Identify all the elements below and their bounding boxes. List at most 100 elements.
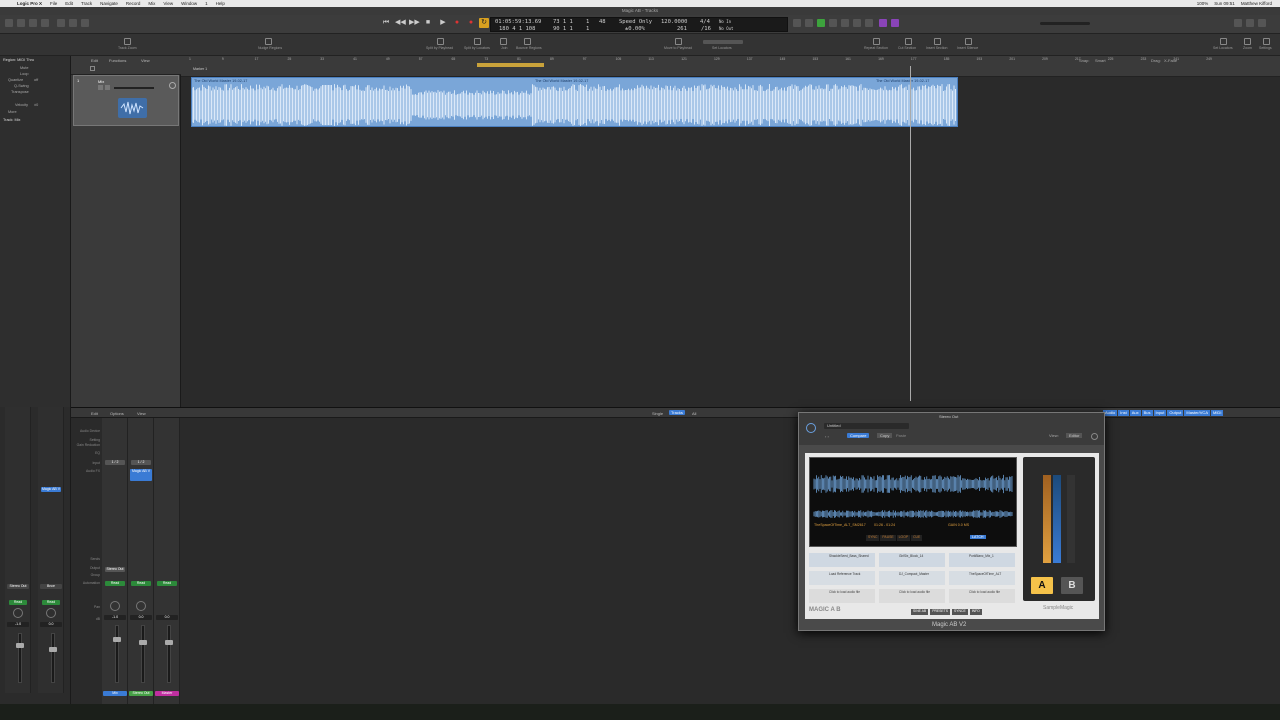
strip-stereo-out-read[interactable]: Read bbox=[131, 581, 151, 586]
replace-button[interactable] bbox=[793, 19, 801, 27]
compare-button[interactable]: Compare bbox=[847, 433, 870, 438]
move-to-playhead-icon[interactable] bbox=[675, 38, 682, 45]
smart-controls-button[interactable] bbox=[41, 19, 49, 27]
join-icon[interactable] bbox=[500, 38, 507, 45]
info-button[interactable]: INFO bbox=[969, 609, 982, 615]
strip-master-fader-knob[interactable] bbox=[165, 640, 173, 645]
inspector-strip-right-name[interactable]: Bnce bbox=[40, 584, 62, 589]
strip-mix-fader[interactable] bbox=[115, 625, 119, 683]
a-button[interactable]: A bbox=[1031, 577, 1053, 594]
menu-help[interactable]: Help bbox=[216, 1, 225, 6]
note-pad-right-button[interactable] bbox=[1246, 19, 1254, 27]
solo-button[interactable] bbox=[829, 19, 837, 27]
b-button[interactable]: B bbox=[1061, 577, 1083, 594]
lcd-signature[interactable]: 4/4 bbox=[700, 19, 710, 25]
power-icon[interactable] bbox=[806, 423, 816, 433]
set-locators-right-icon[interactable] bbox=[1220, 38, 1227, 45]
strip-master-name[interactable]: Master bbox=[155, 691, 179, 696]
inspector-strip-left-fader[interactable] bbox=[18, 633, 22, 683]
capture-record-button[interactable]: ● bbox=[466, 18, 476, 28]
track-volume-slider[interactable] bbox=[114, 87, 154, 89]
filter-audio[interactable]: Audio bbox=[1103, 410, 1118, 416]
filter-inst[interactable]: Inst bbox=[1118, 410, 1129, 416]
menu-edit[interactable]: Edit bbox=[65, 1, 73, 6]
note-pad-button[interactable] bbox=[865, 19, 873, 27]
nudge-regions-icon[interactable] bbox=[265, 38, 272, 45]
track-name[interactable]: Mix bbox=[98, 79, 104, 84]
pan-knob[interactable] bbox=[169, 82, 176, 89]
filter-input[interactable]: Input bbox=[1153, 410, 1167, 416]
link-icon[interactable] bbox=[1091, 433, 1098, 440]
master-volume-slider[interactable] bbox=[1040, 22, 1090, 25]
latch-button[interactable]: LATCH bbox=[970, 535, 986, 539]
strip-stereo-out-input[interactable]: 1 / 2 bbox=[131, 460, 151, 465]
menu-app-name[interactable]: Logic Pro X bbox=[17, 1, 42, 6]
mixer-filter-tracks[interactable]: Tracks bbox=[669, 410, 685, 415]
count-in-button[interactable] bbox=[805, 19, 813, 27]
strip-stereo-out-name[interactable]: Stereo Out bbox=[129, 691, 153, 696]
editors-button[interactable] bbox=[69, 19, 77, 27]
inspector-strip-right-fader[interactable] bbox=[51, 633, 55, 683]
strip-mix-fader-knob[interactable] bbox=[113, 637, 121, 642]
synce-button[interactable]: SYNCE bbox=[952, 609, 968, 615]
paste-button[interactable]: Paste bbox=[896, 433, 906, 438]
repeat-section-icon[interactable] bbox=[873, 38, 880, 45]
insert-silence-icon[interactable] bbox=[965, 38, 972, 45]
mixer-view-menu[interactable]: View bbox=[137, 411, 146, 416]
slot-3a[interactable]: Click to load audio file bbox=[809, 589, 875, 603]
inspector-strip-right-pan[interactable] bbox=[46, 608, 56, 618]
inspector-strip-right-fader-knob[interactable] bbox=[49, 647, 57, 652]
strip-mix-input[interactable]: 1 / 2 bbox=[105, 460, 125, 465]
menu-window[interactable]: Window bbox=[181, 1, 197, 6]
menu-file[interactable]: File bbox=[50, 1, 57, 6]
bounce-regions-icon[interactable] bbox=[524, 38, 531, 45]
notes-button[interactable] bbox=[879, 19, 887, 27]
menu-mix[interactable]: Mix bbox=[148, 1, 155, 6]
inspector-strip-left-name[interactable]: Stereo Out bbox=[7, 584, 29, 589]
drag-value[interactable]: X-Fade bbox=[1164, 58, 1177, 63]
user-name[interactable]: Matthew Kifford bbox=[1241, 1, 1272, 6]
slot-2c[interactable]: TheSpaceOfTime_ALT bbox=[949, 571, 1015, 585]
cycle-region[interactable] bbox=[477, 63, 544, 67]
back-button[interactable]: ◀◀ bbox=[395, 18, 406, 28]
play-button[interactable]: ▶ bbox=[438, 18, 448, 28]
mixer-filter-single[interactable]: Single bbox=[652, 411, 663, 416]
ruler[interactable]: Marker 1 1 9 17 25 33 41 49 57 65 73 81 89 97 105 113 1… bbox=[181, 56, 1280, 77]
forward-button[interactable]: ▶▶ bbox=[409, 18, 420, 28]
copy-button[interactable]: Copy bbox=[877, 433, 893, 438]
sync-button[interactable]: SYNC bbox=[866, 535, 880, 541]
lcd-mode[interactable]: Speed Only bbox=[619, 19, 652, 25]
insert-section-icon[interactable] bbox=[934, 38, 941, 45]
clock[interactable]: Sun 09:51 bbox=[1214, 1, 1235, 6]
slot-2a[interactable]: Load Reference Track bbox=[809, 571, 875, 585]
menu-view[interactable]: View bbox=[163, 1, 173, 6]
mixer-options-menu[interactable]: Options bbox=[110, 411, 124, 416]
tuner-button[interactable] bbox=[841, 19, 849, 27]
add-track-icon[interactable] bbox=[90, 66, 95, 71]
list-editor-right-button[interactable] bbox=[1234, 19, 1242, 27]
split-playhead-icon[interactable] bbox=[437, 38, 444, 45]
slot-1a[interactable]: ShackleSeed_Bass_Shared bbox=[809, 553, 875, 567]
strip-stereo-out-fader[interactable] bbox=[141, 625, 145, 683]
filter-midi[interactable]: MIDI bbox=[1210, 410, 1224, 416]
track-row-mix[interactable]: 1 Mix bbox=[73, 75, 179, 126]
snap-value[interactable]: Smart bbox=[1095, 58, 1106, 63]
slot-3c[interactable]: Click to load audio file bbox=[949, 589, 1015, 603]
cut-section-icon[interactable] bbox=[905, 38, 912, 45]
inspector-strip-left-fader-knob[interactable] bbox=[16, 643, 24, 648]
slot-1b[interactable]: GirlSix_Block_14 bbox=[879, 553, 945, 567]
inspector-strip-left-pan[interactable] bbox=[13, 608, 23, 618]
menu-track[interactable]: Track bbox=[81, 1, 92, 6]
playhead[interactable] bbox=[910, 66, 911, 401]
strip-mix-read[interactable]: Read bbox=[105, 581, 125, 586]
library-button[interactable] bbox=[5, 19, 13, 27]
menu-navigate[interactable]: Navigate bbox=[100, 1, 118, 6]
strip-stereo-out-plugin[interactable]: Magic AB V bbox=[130, 469, 152, 481]
loop-button[interactable]: LOOP bbox=[896, 535, 911, 541]
cue-button[interactable]: CUE bbox=[911, 535, 923, 541]
stop-button[interactable]: ■ bbox=[423, 18, 433, 28]
filter-output[interactable]: Output bbox=[1167, 410, 1184, 416]
view-editor-menu[interactable]: Editor bbox=[1066, 433, 1083, 438]
strip-mix-name[interactable]: Mix bbox=[103, 691, 127, 696]
master-button[interactable] bbox=[853, 19, 861, 27]
